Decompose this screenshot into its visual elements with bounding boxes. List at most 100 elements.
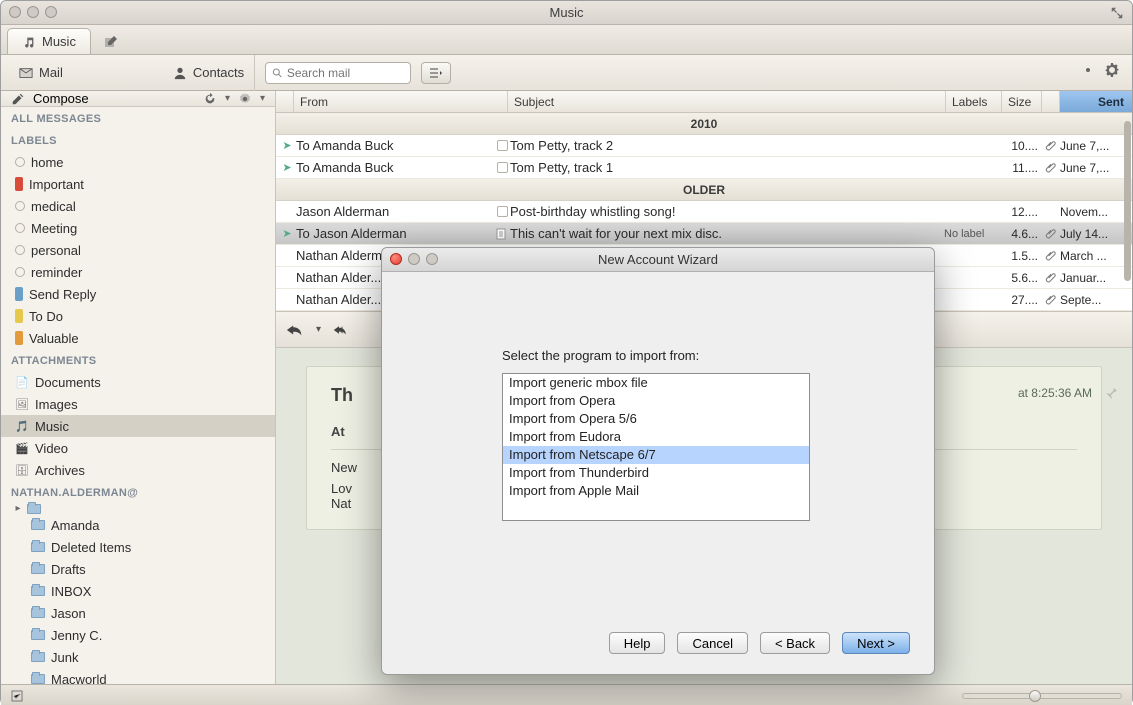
checkbox[interactable]	[494, 206, 510, 217]
label-item[interactable]: Valuable	[1, 327, 275, 349]
folder-item[interactable]: Deleted Items	[1, 536, 275, 558]
folder-root[interactable]: ▸	[1, 503, 275, 514]
label-text: To Do	[29, 309, 63, 324]
subject-cell: Post-birthday whistling song!	[510, 204, 944, 219]
import-option[interactable]: Import from Netscape 6/7	[503, 446, 809, 464]
folder-icon	[31, 630, 45, 640]
compose-button[interactable]: Compose	[33, 91, 89, 106]
search-icon	[272, 67, 283, 79]
music-icon: 🎵	[15, 420, 29, 433]
folder-label: Deleted Items	[51, 540, 131, 555]
mail-row[interactable]: Jason AldermanPost-birthday whistling so…	[276, 201, 1132, 223]
pin-icon[interactable]	[1102, 384, 1118, 400]
help-button[interactable]: Help	[609, 632, 666, 654]
window-close-icon[interactable]	[9, 6, 21, 18]
checkbox[interactable]	[494, 140, 510, 151]
folder-label: INBOX	[51, 584, 91, 599]
view-dropdown[interactable]	[421, 62, 451, 84]
import-source-listbox[interactable]: Import generic mbox fileImport from Oper…	[502, 373, 810, 521]
size-cell: 12....	[1002, 205, 1042, 219]
section-attachments: ATTACHMENTS	[1, 349, 275, 371]
person-icon	[173, 66, 187, 80]
search-field[interactable]	[287, 66, 404, 80]
section-all-messages[interactable]: ALL MESSAGES	[1, 107, 275, 129]
attachment-label: Documents	[35, 375, 101, 390]
sidebar-gear-icon[interactable]	[238, 92, 252, 106]
col-size[interactable]: Size	[1002, 91, 1042, 112]
gear-icon[interactable]	[1104, 62, 1120, 83]
search-input[interactable]	[265, 62, 411, 84]
zoom-slider[interactable]	[962, 693, 1122, 699]
col-sent[interactable]: Sent	[1060, 91, 1132, 112]
color-chip-icon	[15, 331, 23, 345]
import-option[interactable]: Import from Opera	[503, 392, 809, 410]
settings-toggle-icon[interactable]	[1076, 62, 1092, 83]
import-option[interactable]: Import from Apple Mail	[503, 482, 809, 500]
subject-cell: This can't wait for your next mix disc.	[510, 226, 944, 241]
folder-item[interactable]: Amanda	[1, 514, 275, 536]
import-option[interactable]: Import from Opera 5/6	[503, 410, 809, 428]
import-option[interactable]: Import generic mbox file	[503, 374, 809, 392]
folder-icon	[31, 586, 45, 596]
refresh-icon[interactable]	[203, 92, 217, 106]
attachment-icon	[1045, 272, 1057, 284]
attachment-item[interactable]: 🎵Music	[1, 415, 275, 437]
import-option[interactable]: Import from Eudora	[503, 428, 809, 446]
col-subject[interactable]: Subject	[508, 91, 946, 112]
size-cell: 10....	[1002, 139, 1042, 153]
dialog-zoom-icon	[426, 253, 438, 265]
folder-item[interactable]: Macworld	[1, 668, 275, 684]
import-option[interactable]: Import from Thunderbird	[503, 464, 809, 482]
folder-item[interactable]: INBOX	[1, 580, 275, 602]
tab-music[interactable]: Music	[7, 28, 91, 54]
fullscreen-icon[interactable]	[1110, 6, 1124, 20]
label-item[interactable]: personal	[1, 239, 275, 261]
contacts-button[interactable]: Contacts	[163, 61, 254, 85]
dialog-title: New Account Wizard	[598, 252, 718, 267]
dialog-close-icon[interactable]	[390, 253, 402, 265]
folder-icon	[31, 674, 45, 684]
mail-row[interactable]: ➤To Amanda BuckTom Petty, track 111....J…	[276, 157, 1132, 179]
label-item[interactable]: Important	[1, 173, 275, 195]
folder-item[interactable]: Drafts	[1, 558, 275, 580]
column-headers: From Subject Labels Size Sent	[276, 91, 1132, 113]
contacts-label: Contacts	[193, 65, 244, 80]
scrollbar[interactable]	[1122, 113, 1132, 293]
checkbox[interactable]	[494, 228, 510, 240]
label-item[interactable]: Meeting	[1, 217, 275, 239]
checkbox[interactable]	[494, 162, 510, 173]
label-item[interactable]: reminder	[1, 261, 275, 283]
color-chip-icon	[15, 309, 23, 323]
empty-chip-icon	[15, 245, 25, 255]
back-button[interactable]: < Back	[760, 632, 830, 654]
status-icon[interactable]	[11, 690, 23, 702]
attachment-item[interactable]: 🖼Images	[1, 393, 275, 415]
label-item[interactable]: home	[1, 151, 275, 173]
label-item[interactable]: Send Reply	[1, 283, 275, 305]
label-item[interactable]: medical	[1, 195, 275, 217]
window-zoom-icon[interactable]	[45, 6, 57, 18]
next-button[interactable]: Next >	[842, 632, 910, 654]
attachment-item[interactable]: 🗄Archives	[1, 459, 275, 481]
window-minimize-icon[interactable]	[27, 6, 39, 18]
folder-label: Junk	[51, 650, 78, 665]
cancel-button[interactable]: Cancel	[677, 632, 747, 654]
dialog-prompt: Select the program to import from:	[502, 348, 874, 363]
tab-music-label: Music	[42, 34, 76, 49]
folder-item[interactable]: Jason	[1, 602, 275, 624]
label-text: Important	[29, 177, 84, 192]
attachment-item[interactable]: 📄Documents	[1, 371, 275, 393]
col-from[interactable]: From	[294, 91, 508, 112]
new-tab-button[interactable]	[99, 30, 123, 54]
mail-row[interactable]: ➤To Jason AldermanThis can't wait for yo…	[276, 223, 1132, 245]
label-item[interactable]: To Do	[1, 305, 275, 327]
mail-row[interactable]: ➤To Amanda BuckTom Petty, track 210....J…	[276, 135, 1132, 157]
col-labels[interactable]: Labels	[946, 91, 1002, 112]
attachment-icon	[1045, 228, 1057, 240]
folder-item[interactable]: Jenny C.	[1, 624, 275, 646]
attachment-item[interactable]: 🎬Video	[1, 437, 275, 459]
reply-all-icon[interactable]	[333, 321, 351, 339]
reply-icon[interactable]	[286, 321, 304, 339]
mail-button[interactable]: Mail	[9, 61, 73, 85]
folder-item[interactable]: Junk	[1, 646, 275, 668]
